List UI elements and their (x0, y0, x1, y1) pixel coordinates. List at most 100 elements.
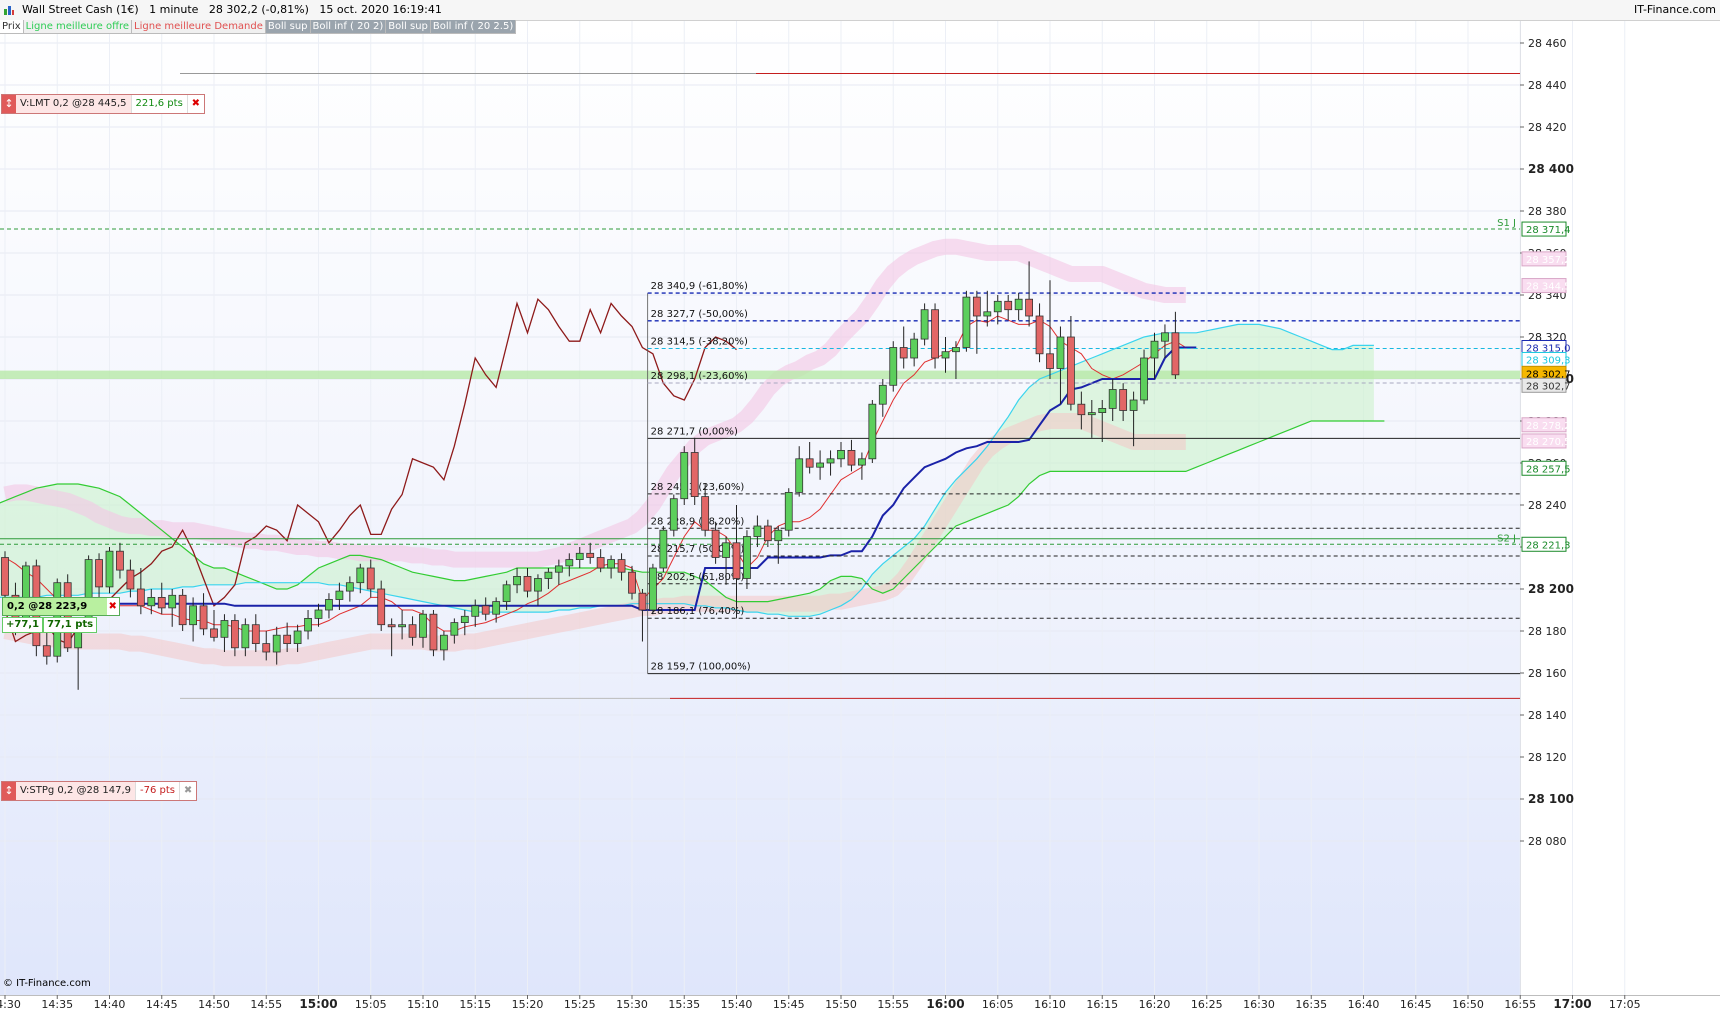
position-pnl: +77,1 (2, 617, 44, 633)
candle-body (993, 300, 1002, 313)
candle-body (492, 601, 501, 615)
candle (168, 589, 177, 627)
candle-body (1077, 403, 1086, 416)
candle-body (565, 559, 574, 567)
candle-body (1035, 315, 1044, 355)
candle-body (753, 525, 762, 537)
position-label: 0,2 @28 223,9 (RL) (3, 598, 107, 629)
legend-item[interactable]: Boll inf ( 20 2.5) (430, 20, 517, 34)
candle-body (481, 605, 490, 615)
chart-canvas[interactable]: S1 J S2 J 28 340,9 (-61,80%) 28 327,7 (-50,… (0, 0, 1720, 1010)
candle-body (607, 559, 615, 569)
grid-layer (0, 0, 1626, 995)
price-tag: 28 357,2 (1521, 251, 1571, 267)
candle-body (732, 542, 741, 579)
candle-body (1098, 407, 1107, 413)
pivot-label: S2 J (1497, 533, 1516, 544)
candle-body (1140, 357, 1148, 401)
fibonacci-label: 28 271,7 (0,00%) (651, 426, 738, 437)
candle (993, 295, 1002, 325)
bid-ask-band (0, 370, 1520, 379)
cancel-stop-order-icon[interactable]: ✖ (179, 782, 196, 800)
candle (147, 589, 156, 615)
candle (920, 303, 929, 346)
candle-body (387, 624, 396, 628)
candle-body (356, 567, 365, 584)
price-tag-label: 28 221,3 (1526, 540, 1571, 551)
candle-body (513, 576, 521, 586)
candle (962, 290, 971, 352)
y-tick-label: 28 180 (1528, 625, 1567, 638)
candle (1067, 316, 1075, 411)
price-tag-label: 28 302,7 (1526, 381, 1571, 392)
limit-order-tag[interactable]: ↕ V:LMT 0,2 @28 445,5 221,6 pts ✖ (1, 94, 205, 114)
legend-item[interactable]: Prix (0, 20, 24, 34)
candle-body (544, 571, 553, 579)
legend-item[interactable]: Boll sup (386, 20, 431, 34)
y-tick-label: 28 420 (1528, 121, 1567, 134)
candle-body (230, 620, 239, 649)
candle-body (649, 567, 657, 611)
chart-title: Wall Street Cash (1€) 1 minute 28 302,2 … (22, 3, 442, 16)
candle-body (95, 559, 103, 588)
candle-body (763, 525, 772, 542)
brand-label: IT-Finance.com (1634, 3, 1716, 16)
x-tick-label: 16:55 (1504, 998, 1536, 1010)
fibonacci-label: 28 228,9 (38,20%) (651, 516, 745, 527)
candle-body (1171, 332, 1180, 376)
open-position-tag[interactable]: 0,2 @28 223,9 (RL) ✖ +77,1 77,1 pts (2, 597, 120, 633)
y-tick-label: 28 380 (1528, 205, 1567, 218)
candle-body (1129, 399, 1138, 411)
x-tick-label: 16:05 (982, 998, 1014, 1010)
y-tick-label: 28 440 (1528, 79, 1567, 92)
x-tick-label: 15:40 (721, 998, 753, 1010)
fibonacci-label: 28 159,7 (100,00%) (651, 662, 751, 673)
x-tick-label: 15:00 (299, 997, 337, 1010)
candle-body (1150, 340, 1159, 359)
fibonacci-label: 28 186,1 (76,40%) (651, 606, 745, 617)
cancel-limit-order-icon[interactable]: ✖ (186, 95, 204, 113)
y-tick-label: 28 120 (1528, 751, 1567, 764)
candle-body (1, 557, 9, 596)
candle (1035, 303, 1044, 363)
candle-body (471, 605, 480, 617)
price-tag-label: 28 344,5 (1526, 282, 1571, 293)
x-tick-label: 16:20 (1139, 998, 1171, 1010)
candle-body (554, 565, 563, 573)
legend-item[interactable]: Ligne meilleure offre (23, 20, 133, 34)
candle (899, 326, 908, 369)
candle-body (586, 552, 595, 558)
fibonacci-label: 28 327,7 (-50,00%) (651, 309, 748, 320)
legend-item[interactable]: Ligne meilleure Demande (132, 20, 266, 34)
x-tick-label: 15:30 (616, 998, 648, 1010)
price-tag-label: 28 309,3 (1526, 355, 1571, 366)
candle-body (889, 347, 898, 386)
candle-body (878, 384, 887, 405)
candle-body (669, 498, 678, 531)
y-tick-label: 28 160 (1528, 667, 1567, 680)
legend-item[interactable]: Boll sup (265, 20, 311, 34)
y-tick-label: 28 140 (1528, 709, 1567, 722)
x-tick-label: 16:50 (1452, 998, 1484, 1010)
drag-handle-icon[interactable]: ↕ (2, 782, 16, 800)
bollinger-upper-band (3, 238, 1186, 568)
band-layer (0, 238, 1520, 667)
legend-item[interactable]: Boll inf ( 20 2) (310, 20, 387, 34)
candle-body (659, 529, 668, 569)
candle (910, 332, 919, 367)
drag-handle-icon[interactable]: ↕ (2, 95, 16, 113)
candle-body (199, 605, 208, 630)
price-tag-label: 28 257,5 (1526, 464, 1571, 475)
candle (304, 610, 312, 640)
candle (784, 488, 793, 537)
candle-body (722, 542, 730, 558)
candle (826, 450, 835, 476)
candle-body (983, 311, 992, 317)
stop-order-tag[interactable]: ↕ V:STPg 0,2 @28 147,9 -76 pts ✖ (1, 781, 198, 801)
candle (1171, 311, 1180, 379)
candle-body (272, 634, 281, 653)
candle-body (460, 615, 469, 623)
close-position-icon[interactable]: ✖ (106, 598, 119, 615)
candle (1014, 292, 1023, 321)
candle (680, 446, 689, 505)
